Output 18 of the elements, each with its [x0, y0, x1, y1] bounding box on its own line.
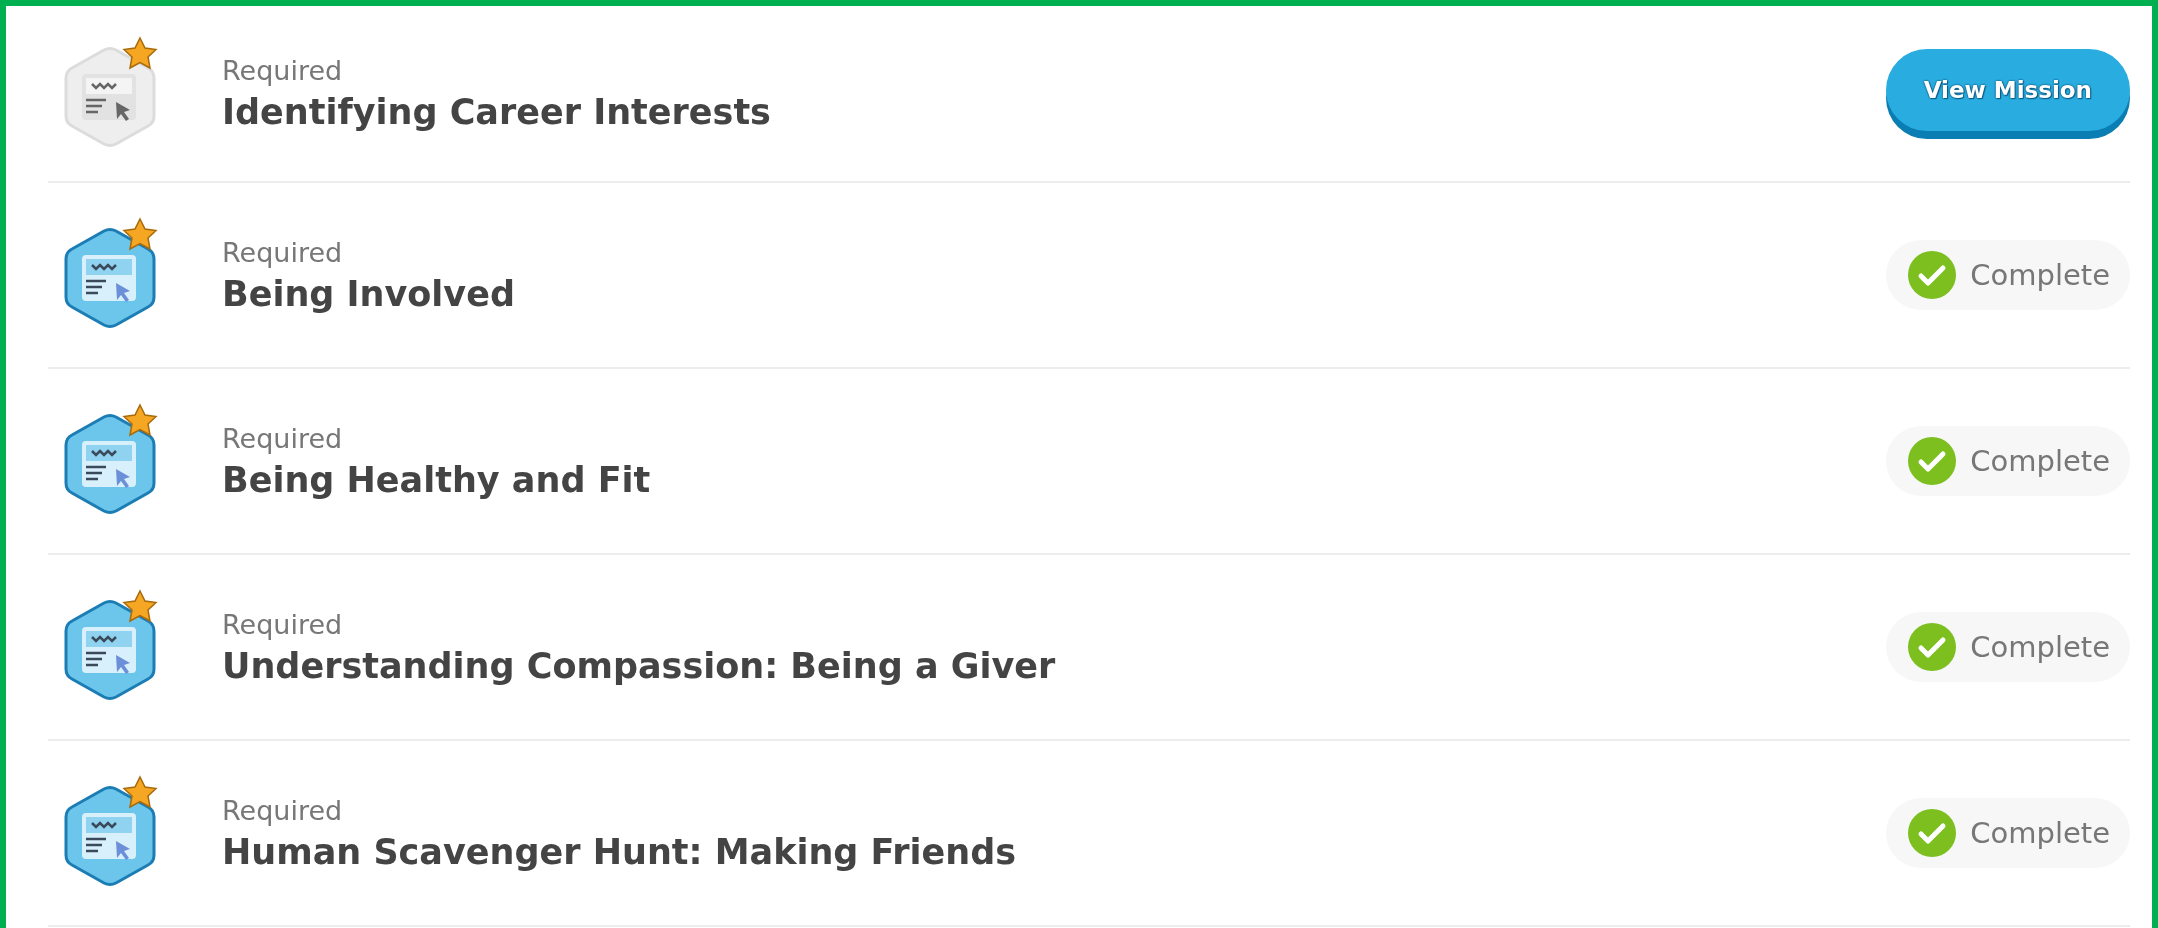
check-icon — [1908, 623, 1957, 671]
check-icon — [1908, 251, 1957, 299]
status-text: Complete — [1970, 444, 2110, 478]
mission-title: Identifying Career Interests — [222, 92, 772, 132]
mission-label: Required — [222, 422, 344, 454]
check-icon — [1908, 809, 1957, 857]
mission-title: Human Scavenger Hunt: Making Friends — [222, 831, 1018, 872]
mission-label: Required — [222, 236, 344, 268]
mission-label: Required — [222, 794, 344, 826]
status-text: Complete — [1970, 630, 2110, 664]
status-text: Complete — [1970, 816, 2110, 850]
mission-title: Being Healthy and Fit — [222, 459, 652, 500]
check-icon — [1908, 437, 1957, 485]
mission-title: Understanding Compassion: Being a Giver — [222, 645, 1057, 686]
mission-title: Being Involved — [222, 273, 516, 314]
mission-label: Required — [222, 608, 344, 640]
status-text: Complete — [1970, 258, 2110, 292]
mission-label: Required — [222, 55, 344, 86]
